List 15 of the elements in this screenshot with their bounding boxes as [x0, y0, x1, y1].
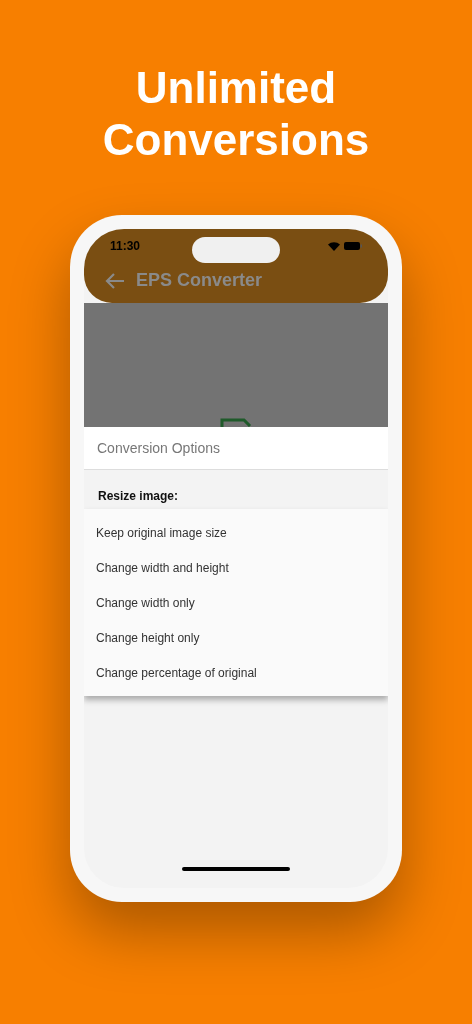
headline-text: Conversions — [102, 114, 370, 166]
menu-item[interactable]: Change percentage of original — [84, 655, 388, 690]
wifi-icon — [328, 241, 340, 251]
menu-item[interactable]: Change width and height — [84, 550, 388, 585]
status-time: 11:30 — [110, 238, 141, 255]
headline-text: Unlimited — [135, 62, 337, 114]
sheet-title: Conversion Options — [97, 438, 220, 458]
menu-item[interactable]: Change height only — [84, 620, 388, 655]
section-label: Resize image: — [98, 489, 179, 503]
document-icon — [220, 417, 252, 427]
back-arrow-icon[interactable] — [104, 271, 126, 290]
menu-item[interactable]: Keep original image size — [84, 515, 388, 550]
battery-icon — [344, 242, 362, 250]
app-title: EPS Converter — [136, 269, 263, 292]
menu-item[interactable]: Change width only — [84, 585, 388, 620]
